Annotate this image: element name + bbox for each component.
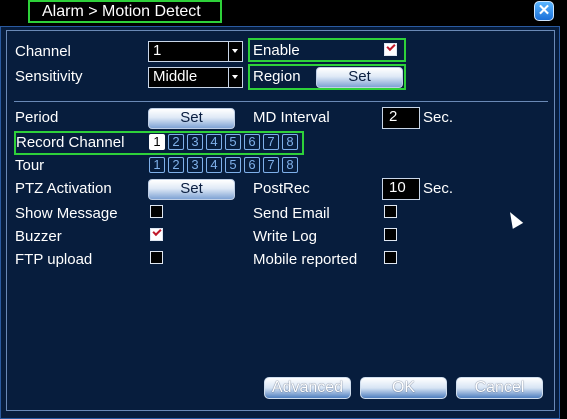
md-interval-unit: Sec. [423, 109, 454, 126]
record-channel-5[interactable]: 5 [225, 134, 241, 150]
ok-button[interactable]: OK [360, 377, 447, 399]
period-set-button[interactable]: Set [148, 108, 235, 129]
md-interval-label: MD Interval [253, 109, 330, 126]
show-message-checkbox[interactable] [150, 205, 163, 218]
postrec-unit: Sec. [423, 180, 454, 197]
record-channel-1[interactable]: 1 [149, 134, 165, 150]
channel-label: Channel [15, 43, 71, 60]
record-channel-6[interactable]: 6 [244, 134, 260, 150]
record-channel-7[interactable]: 7 [263, 134, 279, 150]
close-button[interactable]: ✕ [534, 1, 554, 21]
advanced-button[interactable]: Advanced [264, 377, 351, 399]
buzzer-checkbox[interactable] [150, 228, 163, 241]
tour-channel-group: 1 2 3 4 5 6 7 8 [149, 157, 301, 175]
close-icon: ✕ [537, 2, 551, 19]
period-label: Period [15, 109, 59, 126]
tour-channel-4[interactable]: 4 [206, 157, 222, 173]
ptz-activation-label: PTZ Activation [15, 180, 112, 197]
chevron-down-icon [228, 68, 242, 87]
postrec-label: PostRec [253, 180, 310, 197]
chevron-down-icon [228, 42, 242, 61]
tour-channel-1[interactable]: 1 [149, 157, 165, 173]
send-email-label: Send Email [253, 205, 330, 222]
postrec-input[interactable]: 10 [382, 178, 420, 200]
enable-checkbox[interactable] [384, 43, 397, 56]
record-channel-label: Record Channel [16, 134, 125, 151]
ftp-upload-label: FTP upload [15, 251, 93, 268]
channel-select[interactable]: 1 [148, 41, 243, 62]
send-email-checkbox[interactable] [384, 205, 397, 218]
record-channel-4[interactable]: 4 [206, 134, 222, 150]
show-message-label: Show Message [15, 205, 118, 222]
tour-channel-5[interactable]: 5 [225, 157, 241, 173]
record-channel-3[interactable]: 3 [187, 134, 203, 150]
write-log-checkbox[interactable] [384, 228, 397, 241]
record-channel-8[interactable]: 8 [282, 134, 298, 150]
tour-channel-3[interactable]: 3 [187, 157, 203, 173]
mobile-reported-label: Mobile reported [253, 251, 358, 268]
tour-channel-7[interactable]: 7 [263, 157, 279, 173]
ftp-upload-checkbox[interactable] [150, 251, 163, 264]
record-channel-group: 1 2 3 4 5 6 7 8 [149, 134, 301, 152]
record-channel-2[interactable]: 2 [168, 134, 184, 150]
region-label: Region [253, 68, 301, 85]
channel-value: 1 [153, 42, 162, 59]
tour-channel-8[interactable]: 8 [282, 157, 298, 173]
sensitivity-select[interactable]: Middle [148, 67, 243, 88]
region-set-button[interactable]: Set [316, 67, 403, 88]
ptz-set-button[interactable]: Set [148, 179, 235, 200]
window-title: Alarm > Motion Detect [28, 0, 222, 23]
md-interval-input[interactable]: 2 [382, 107, 420, 129]
cancel-button[interactable]: Cancel [456, 377, 543, 399]
tour-label: Tour [15, 157, 45, 174]
tour-channel-6[interactable]: 6 [244, 157, 260, 173]
tour-channel-2[interactable]: 2 [168, 157, 184, 173]
sensitivity-label: Sensitivity [15, 68, 83, 85]
enable-label: Enable [253, 42, 300, 59]
mobile-reported-checkbox[interactable] [384, 251, 397, 264]
write-log-label: Write Log [253, 228, 317, 245]
buzzer-label: Buzzer [15, 228, 62, 245]
sensitivity-value: Middle [153, 68, 198, 85]
divider [14, 101, 548, 102]
